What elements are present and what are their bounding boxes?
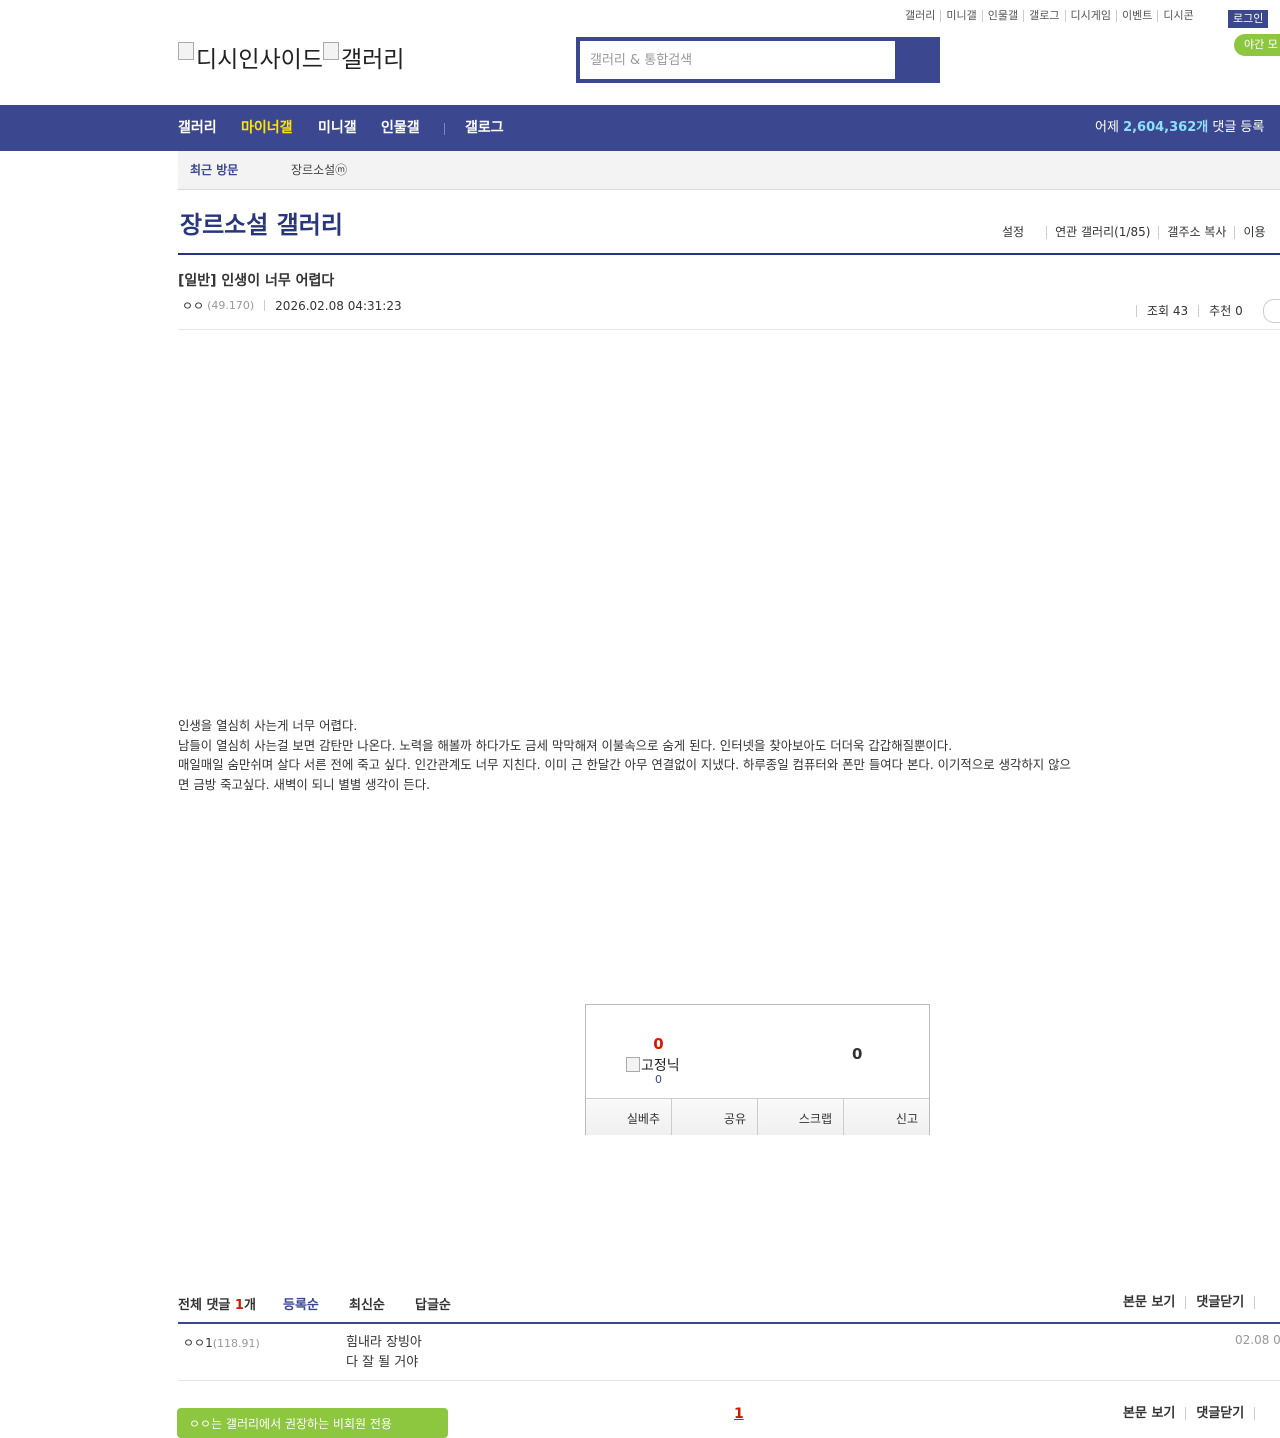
divider — [264, 300, 266, 311]
view-body-link[interactable]: 본문 보기 — [1123, 1296, 1185, 1309]
sort-latest[interactable]: 최신순 — [349, 1294, 385, 1313]
divider — [178, 1322, 1280, 1324]
comment-text: 힘내라 장빙아 다 잘 될 거야 — [346, 1333, 422, 1373]
recommend-box: 0 고정닉 0 0 실베추 공유 스크랩 신고 — [585, 1004, 930, 1135]
sort-registered[interactable]: 등록순 — [283, 1294, 319, 1313]
nav-gallog[interactable]: 갤로그 — [465, 105, 504, 151]
broken-image-icon — [178, 42, 194, 60]
option-settings[interactable]: 설정 — [1000, 226, 1046, 239]
post-body-line: 매일매일 숨만쉬며 살다 서른 전에 죽고 싶다. 인간관계도 너무 지친다. … — [178, 757, 1071, 792]
gallery-title[interactable]: 장르소설 갤러리 — [180, 205, 343, 240]
search-icon — [909, 51, 926, 68]
comments-total-label: 전체 댓글 — [178, 1298, 231, 1313]
main-nav: 갤러리 마이너갤 미니갤 인물갤 갤로그 어제 2,604,362개 댓글 등록 — [0, 105, 1280, 151]
post-title: [일반] 인생이 너무 어렵다 — [178, 273, 335, 289]
comment-stat: 어제 2,604,362개 댓글 등록 — [1095, 105, 1264, 151]
post-ip: (49.170) — [207, 299, 255, 312]
top-link-person[interactable]: 인물갤 — [981, 10, 1023, 22]
post-body-line: 남들이 열심히 사는걸 보면 감탄만 나온다. 노력을 해볼까 하다가도 금세 … — [178, 737, 953, 753]
divider — [178, 253, 1280, 255]
comments-total-count: 1 — [234, 1298, 244, 1313]
top-links: 갤러리 미니갤 인물갤 갤로그 디시게임 이벤트 디시콘 — [900, 10, 1199, 22]
comments-total-unit: 개 — [243, 1298, 256, 1313]
top-link-dccon[interactable]: 디시콘 — [1157, 10, 1198, 22]
post-body-line: 인생을 열심히 사는게 너무 어렵다. — [178, 718, 358, 733]
post-author[interactable]: ㅇㅇ — [182, 297, 204, 314]
search-box — [576, 37, 940, 83]
more-button[interactable] — [1262, 299, 1280, 323]
recommend-actions: 실베추 공유 스크랩 신고 — [586, 1098, 929, 1135]
nav-gallery[interactable]: 갤러리 — [178, 105, 217, 151]
comment-nick: ㅇㅇ1 — [183, 1336, 213, 1350]
sort-replies[interactable]: 답글순 — [415, 1294, 451, 1313]
login-button[interactable]: 로그인 — [1228, 10, 1269, 28]
comments-header: 전체 댓글 1개 등록순 최신순 답글순 — [178, 1294, 451, 1313]
option-related[interactable]: 연관 갤러리(1/85) — [1046, 226, 1158, 239]
refresh-comments-link[interactable] — [1254, 1407, 1275, 1420]
downvote-count[interactable]: 0 — [786, 1045, 931, 1063]
nav-mini-gallery[interactable]: 미니갤 — [318, 105, 357, 151]
option-copy-url[interactable]: 갤주소 복사 — [1158, 226, 1234, 239]
comment-date: 02.08 04 — [1235, 1333, 1280, 1347]
recent-visits: 최근 방문 장르소설ⓜ — [178, 151, 1280, 190]
recent-label: 최근 방문 — [190, 163, 239, 177]
recent-item[interactable]: 장르소설ⓜ — [291, 151, 347, 189]
stat-suffix: 댓글 등록 — [1212, 120, 1265, 135]
search-input[interactable] — [580, 41, 895, 79]
comment-line: 힘내라 장빙아 — [346, 1335, 422, 1350]
gallery-options: 설정 연관 갤러리(1/85) 갤주소 복사 이용 — [1000, 226, 1274, 239]
guest-notice: ㅇㅇ는 갤러리에서 권장하는 비회원 전용 — [177, 1408, 448, 1438]
nav-divider — [444, 123, 445, 135]
close-comments-link[interactable]: 댓글닫기 — [1185, 1296, 1254, 1309]
fixed-nick-alt: 고정닉 — [641, 1058, 680, 1074]
view-body-link[interactable]: 본문 보기 — [1123, 1407, 1185, 1420]
report-button[interactable]: 신고 — [843, 1099, 929, 1135]
top-link-game[interactable]: 디시게임 — [1064, 10, 1116, 22]
stat-value: 2,604,362개 — [1123, 120, 1209, 135]
post-meta: ㅇㅇ (49.170) 2026.02.08 04:31:23 — [182, 297, 402, 314]
night-mode-button[interactable]: 야간 모 — [1234, 34, 1280, 56]
share-button[interactable]: 공유 — [671, 1099, 757, 1135]
logo-alt-dcinside: 디시인사이드 — [196, 47, 323, 73]
nav-minor-gallery[interactable]: 마이너갤 — [241, 105, 293, 151]
top-link-event[interactable]: 이벤트 — [1115, 10, 1157, 22]
comment-ip: (118.91) — [212, 1337, 260, 1350]
broken-image-icon — [322, 42, 339, 60]
logo-alt-gallery: 갤러리 — [340, 47, 405, 73]
post-counts: 조회 43 추천 0 — [1136, 299, 1280, 323]
post-views: 조회 43 — [1136, 305, 1198, 317]
broken-image-icon — [626, 1057, 640, 1072]
divider — [178, 1380, 1280, 1381]
refresh-comments-link[interactable] — [1254, 1296, 1275, 1309]
divider — [178, 329, 1280, 330]
top-link-minigall[interactable]: 미니갤 — [940, 10, 981, 22]
comment-actions-bottom: 본문 보기 댓글닫기 — [1123, 1407, 1275, 1420]
post-body: 인생을 열심히 사는게 너무 어렵다. 남들이 열심히 사는걸 보면 감탄만 나… — [178, 716, 1078, 794]
fixed-nick-label: 고정닉 — [626, 1055, 680, 1075]
close-comments-link[interactable]: 댓글닫기 — [1185, 1407, 1254, 1420]
top-link-gallery[interactable]: 갤러리 — [900, 10, 940, 22]
comment-author[interactable]: ㅇㅇ1(118.91) — [183, 1334, 260, 1351]
page-number[interactable]: 1 — [734, 1406, 744, 1422]
fixed-nick-count: 0 — [655, 1073, 662, 1086]
nav-person-gallery[interactable]: 인물갤 — [381, 105, 420, 151]
comment-line: 다 잘 될 거야 — [346, 1355, 419, 1370]
post-date: 2026.02.08 04:31:23 — [275, 298, 402, 313]
stat-prefix: 어제 — [1095, 120, 1119, 135]
site-logo[interactable]: 디시인사이드 갤러리 — [178, 40, 404, 74]
top-link-gallog[interactable]: 갤로그 — [1023, 10, 1064, 22]
upvote-count[interactable]: 0 — [586, 1035, 731, 1053]
scrap-button[interactable]: 스크랩 — [757, 1099, 843, 1135]
comment-actions-top: 본문 보기 댓글닫기 — [1123, 1296, 1275, 1309]
post-recommend: 추천 0 — [1198, 305, 1253, 317]
best-recommend-button[interactable]: 실베추 — [586, 1099, 671, 1135]
search-button[interactable] — [895, 37, 940, 83]
option-usage[interactable]: 이용 — [1234, 226, 1273, 239]
